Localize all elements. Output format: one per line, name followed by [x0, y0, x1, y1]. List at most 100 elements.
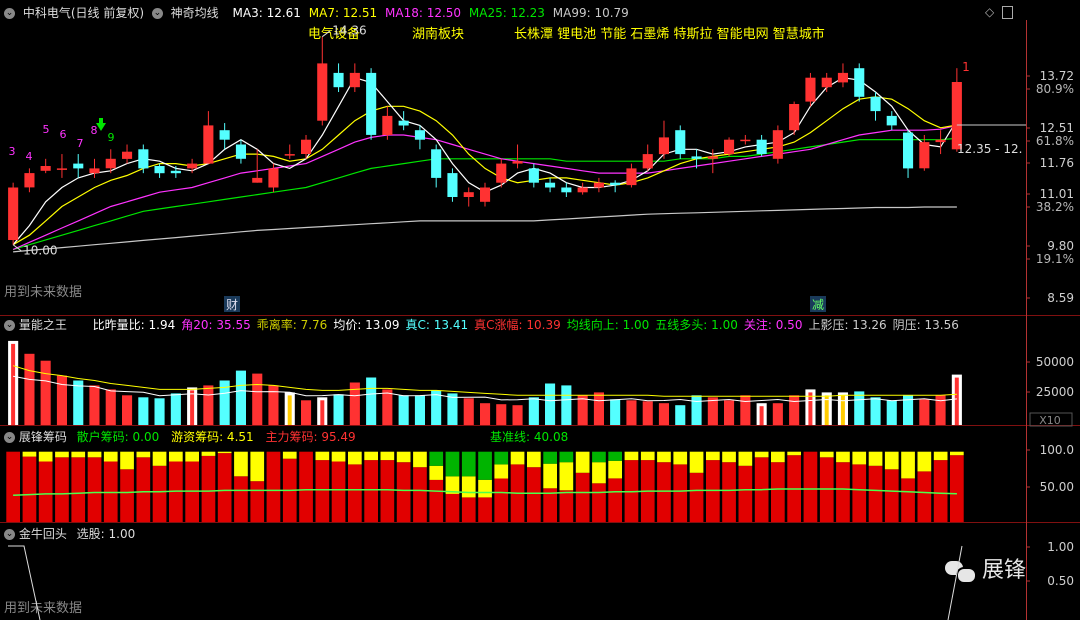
- volume-panel-header: ⌄ 量能之王 比昨量比: 1.94 角20: 35.55 乖离率: 7.76 均价: …: [4, 318, 965, 332]
- chip-hot-segment: [754, 451, 769, 458]
- candle-body: [789, 104, 800, 131]
- collapse-icon[interactable]: ⌄: [4, 320, 15, 331]
- volume-bar-core: [808, 392, 813, 425]
- down-arrow-icon: [96, 118, 106, 131]
- chip-main-segment: [217, 453, 232, 522]
- volume-bar: [642, 401, 653, 425]
- bottom-axis-label: 1.00: [1047, 540, 1074, 554]
- collapse-icon[interactable]: ⌄: [4, 432, 15, 443]
- volume-indicator-9: 上影压: 13.26: [808, 318, 887, 332]
- window-frame-icon[interactable]: [1002, 6, 1014, 19]
- volume-bar-highlight: [821, 392, 832, 425]
- candle-body: [447, 173, 458, 197]
- sector-tag-concepts[interactable]: 长株潭 锂电池 节能 石墨烯 特斯拉 智能电网 智慧城市: [514, 28, 825, 42]
- chip-baseline-value: 基准线: 40.08: [490, 430, 569, 444]
- watermark-text: 展锋: [982, 558, 1027, 583]
- chart-canvas: 13.7280.9%12.5161.8%11.7611.0138.2%9.801…: [0, 20, 1080, 620]
- sequence-label: 8: [91, 124, 98, 137]
- candle-body: [56, 168, 67, 170]
- volume-bar: [89, 385, 100, 425]
- watermark: 展锋: [945, 558, 1026, 584]
- candle-body: [366, 72, 377, 135]
- chip-hot-segment: [527, 451, 541, 468]
- chip-hot-segment: [103, 451, 118, 462]
- volume-scale-label: X10: [1039, 414, 1061, 427]
- chip-main-segment: [787, 455, 801, 522]
- chip-hot-segment: [917, 451, 932, 472]
- volume-bar: [903, 395, 914, 425]
- price-axis-label: 61.8%: [1036, 134, 1074, 148]
- volume-bar: [610, 399, 621, 425]
- volume-bar: [480, 403, 491, 425]
- chip-main-segment: [136, 457, 151, 522]
- candle-body: [8, 187, 19, 240]
- chip-main-segment: [120, 469, 134, 522]
- chip-hot-segment: [136, 451, 151, 458]
- volume-bar-highlight: [284, 392, 295, 425]
- chip-hot-segment: [575, 451, 590, 473]
- candle-body: [512, 161, 523, 164]
- volume-bar-highlight: [187, 387, 198, 425]
- chip-hot-segment: [201, 451, 216, 456]
- chip-main-segment: [6, 451, 20, 522]
- chip-hot-segment: [120, 451, 134, 470]
- price-axis-label: 38.2%: [1036, 200, 1074, 214]
- collapse-icon-2[interactable]: ⌄: [151, 8, 163, 19]
- chip-hot-segment: [217, 451, 232, 454]
- chip-hot-segment: [608, 460, 622, 479]
- volume-indicator-4: 真C: 13.41: [405, 318, 469, 332]
- volume-bar: [235, 370, 246, 425]
- chip-main-segment: [803, 451, 818, 522]
- chip-main-segment: [152, 465, 167, 522]
- volume-bar-core: [11, 343, 16, 425]
- candle-body: [122, 151, 133, 159]
- candle-body: [528, 168, 539, 183]
- candle-body: [268, 168, 279, 188]
- volume-bar-core: [287, 395, 292, 425]
- chip-hot-segment: [624, 451, 639, 461]
- volume-bar: [252, 373, 263, 425]
- chip-main-segment: [201, 455, 216, 522]
- chip-main-segment: [527, 467, 541, 522]
- candle-body: [105, 158, 116, 169]
- chip-hot-segment: [461, 476, 476, 498]
- chip-main-segment: [640, 460, 655, 522]
- ma3-line: [12, 76, 958, 246]
- chip-main-value: 主力筹码: 95.49: [265, 430, 356, 444]
- sector-tag-electric[interactable]: 电气设备: [308, 28, 360, 42]
- price-axis-label: 80.9%: [1036, 82, 1074, 96]
- candle-body: [724, 139, 735, 154]
- future-data-note-bottom: 用到未来数据: [4, 601, 83, 616]
- collapse-icon[interactable]: ⌄: [4, 529, 15, 540]
- candle-body: [821, 77, 832, 88]
- volume-bar: [138, 397, 149, 425]
- chip-main-segment: [315, 460, 330, 522]
- volume-bar: [886, 400, 897, 425]
- chip-retail-segment: [543, 451, 557, 464]
- candle-body: [610, 182, 621, 186]
- chip-hot-segment: [478, 479, 492, 498]
- scale-box: [1029, 412, 1073, 427]
- chip-baseline-line: [13, 488, 957, 497]
- diamond-icon[interactable]: ◇: [985, 5, 994, 19]
- volume-indicator-7: 五线多头: 1.00: [655, 318, 738, 332]
- chip-main-segment: [673, 464, 688, 522]
- chip-hot-segment: [933, 451, 948, 461]
- chip-main-segment: [169, 461, 183, 522]
- chip-main-segment: [331, 461, 346, 522]
- volume-bar: [772, 403, 783, 425]
- volume-indicator-1: 角20: 35.55: [181, 318, 251, 332]
- indicator-name: 神奇均线: [170, 6, 219, 20]
- chip-main-segment: [819, 457, 834, 522]
- candle-body: [740, 139, 751, 142]
- volume-bar: [24, 353, 35, 425]
- volume-bar-highlight: [951, 374, 962, 425]
- chip-hot-segment: [884, 451, 899, 470]
- collapse-icon[interactable]: ⌄: [4, 8, 15, 19]
- volume-avg-line: [12, 365, 957, 397]
- volume-bar: [447, 393, 458, 425]
- volume-axis-label: 50000: [1036, 355, 1074, 369]
- chip-main-segment: [950, 455, 964, 522]
- sector-tag-hunan[interactable]: 湖南板块: [412, 28, 464, 42]
- chip-panel-header: ⌄ 展锋筹码 散户筹码: 0.00 游资筹码: 4.51 主力筹码: 95.49: [4, 430, 356, 444]
